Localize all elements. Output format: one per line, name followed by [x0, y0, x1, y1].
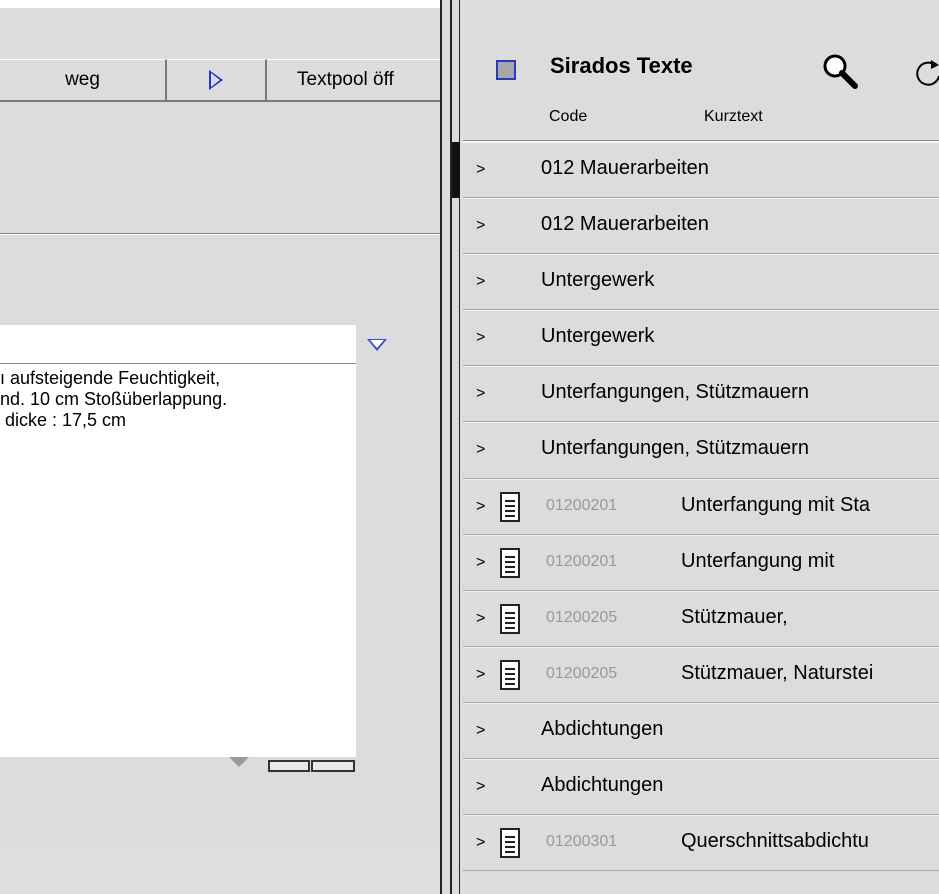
list-item[interactable]: > 01200201 Unterfangung mit Sta: [463, 479, 939, 535]
expand-chevron-icon[interactable]: >: [476, 666, 485, 684]
list-item-text: Untergewerk: [541, 325, 655, 348]
left-footer: [0, 845, 440, 894]
list-item[interactable]: > 01200205 Stützmauer, Naturstei: [463, 647, 939, 703]
sirados-panel: Sirados Texte Code Kurztext > 012 Mauera…: [463, 0, 939, 894]
list-item[interactable]: > Unterfangungen, Stützmauern: [463, 366, 939, 423]
document-icon: [500, 547, 520, 578]
column-header-code[interactable]: Code: [549, 108, 587, 126]
expand-chevron-icon[interactable]: >: [476, 385, 485, 403]
refresh-icon[interactable]: [911, 56, 939, 90]
list-item[interactable]: > 01200205 Stützmauer,: [463, 591, 939, 647]
list-item-text: Unterfangung mit Sta: [681, 493, 870, 516]
list-item-text: Stützmauer, Naturstei: [681, 661, 874, 684]
splitter-line: [440, 0, 442, 894]
dropdown-arrow-icon[interactable]: [367, 339, 387, 351]
selection-marker: [452, 142, 460, 198]
panel-title: Sirados Texte: [550, 53, 693, 78]
splitter-line: [450, 0, 452, 894]
list-item[interactable]: > 012 Mauerarbeiten: [463, 142, 939, 199]
expand-chevron-icon[interactable]: >: [476, 778, 485, 796]
list-item-code: 01200201: [546, 552, 618, 570]
list-item[interactable]: > 01200301 Querschnittsabdichtu: [463, 815, 939, 872]
document-icon: [500, 828, 520, 859]
magnifier-icon[interactable]: [821, 52, 859, 90]
list-item-text: 012 Mauerarbeiten: [541, 213, 709, 236]
list-item-text: Unterfangungen, Stützmauern: [541, 437, 809, 460]
weg-button-label: weg: [65, 69, 100, 90]
list-item-code: 01200205: [546, 664, 618, 682]
panel-checkbox[interactable]: [496, 60, 516, 80]
list-item-text: Querschnittsabdichtu: [681, 830, 869, 853]
left-toolbar: weg Textpool öff: [0, 59, 440, 104]
list-item-text: Stützmauer,: [681, 605, 788, 628]
list-item-code: 01200205: [546, 608, 618, 626]
document-icon: [500, 603, 520, 634]
expand-chevron-icon[interactable]: >: [476, 273, 485, 291]
expand-chevron-icon[interactable]: >: [476, 498, 485, 516]
expand-chevron-icon[interactable]: >: [476, 441, 485, 459]
text-list: > 012 Mauerarbeiten > 012 Mauerarbeiten …: [463, 142, 939, 872]
list-item[interactable]: > Abdichtungen: [463, 703, 939, 760]
scroll-down-icon[interactable]: [229, 757, 249, 767]
pane-splitter[interactable]: [440, 0, 463, 894]
expand-chevron-icon[interactable]: >: [476, 329, 485, 347]
expand-chevron-icon[interactable]: >: [476, 217, 485, 235]
expand-chevron-icon[interactable]: >: [476, 834, 485, 852]
list-item-text: Untergewerk: [541, 269, 655, 292]
list-item-text: Unterfangung mit: [681, 549, 835, 572]
play-icon: [209, 70, 223, 90]
maximize-pane-button[interactable]: [311, 760, 355, 772]
text-editor[interactable]: ı aufsteigende Feuchtigkeit, nd. 10 cm S…: [0, 325, 356, 757]
splitter-line: [459, 0, 460, 894]
weg-button[interactable]: weg: [0, 59, 167, 102]
sirados-header: Sirados Texte Code Kurztext: [463, 0, 939, 142]
document-icon: [500, 659, 520, 690]
list-item[interactable]: > Untergewerk: [463, 310, 939, 367]
list-item-text: Unterfangungen, Stützmauern: [541, 381, 809, 404]
list-item-code: 01200201: [546, 496, 618, 514]
textpool-open-button[interactable]: Textpool öff: [267, 59, 440, 102]
top-strip: [0, 0, 440, 8]
left-pane: weg Textpool öff ı aufsteigende Feuchtig…: [0, 0, 440, 894]
list-item-text: 012 Mauerarbeiten: [541, 157, 709, 179]
document-icon: [500, 491, 520, 522]
expand-chevron-icon[interactable]: >: [476, 610, 485, 628]
list-item[interactable]: > Unterfangungen, Stützmauern: [463, 422, 939, 479]
list-item[interactable]: > 01200201 Unterfangung mit: [463, 535, 939, 591]
list-item-text: Abdichtungen: [541, 717, 664, 740]
minimize-pane-button[interactable]: [268, 760, 310, 772]
textpool-button-label: Textpool öff: [297, 69, 394, 90]
list-item[interactable]: > Abdichtungen: [463, 759, 939, 816]
list-item[interactable]: > 012 Mauerarbeiten: [463, 198, 939, 255]
list-item-code: 01200301: [546, 833, 618, 851]
divider: [0, 233, 440, 235]
list-item[interactable]: > Untergewerk: [463, 254, 939, 311]
expand-chevron-icon[interactable]: >: [476, 554, 485, 572]
column-header-kurztext[interactable]: Kurztext: [704, 108, 763, 126]
text-editor-header-field[interactable]: [0, 325, 356, 364]
text-editor-body[interactable]: ı aufsteigende Feuchtigkeit, nd. 10 cm S…: [0, 364, 356, 431]
expand-chevron-icon[interactable]: >: [476, 722, 485, 740]
expand-chevron-icon[interactable]: >: [476, 161, 485, 179]
list-item-text: Abdichtungen: [541, 774, 664, 797]
play-button[interactable]: [167, 59, 267, 102]
